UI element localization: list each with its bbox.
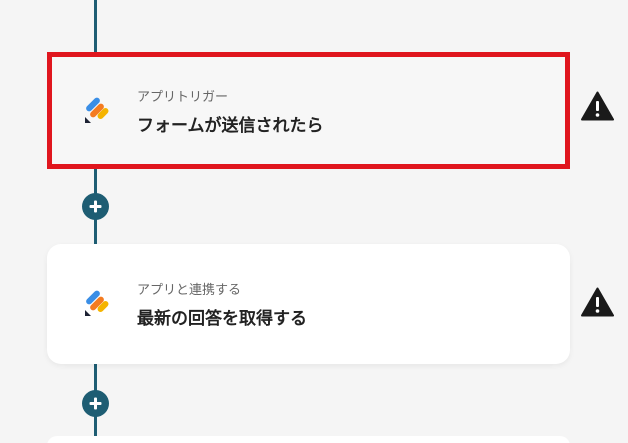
- flow-step-next[interactable]: [47, 436, 570, 443]
- step-title: フォームが送信されたら: [137, 115, 324, 136]
- form-app-icon: [85, 290, 109, 316]
- step-text: アプリトリガー フォームが送信されたら: [137, 86, 324, 136]
- step-title: 最新の回答を取得する: [137, 309, 307, 329]
- flow-step-trigger[interactable]: アプリトリガー フォームが送信されたら: [47, 52, 570, 169]
- plus-icon: [89, 397, 102, 410]
- step-subtitle: アプリと連携する: [137, 283, 242, 298]
- warning-icon[interactable]: [581, 287, 614, 317]
- flow-canvas: アプリトリガー フォームが送信されたら アプリと連携する 最新の回答を取得する: [0, 0, 628, 443]
- warning-icon[interactable]: [581, 91, 614, 121]
- connector-line: [94, 0, 97, 52]
- add-step-button[interactable]: [82, 193, 109, 220]
- step-text: アプリと連携する 最新の回答を取得する: [137, 279, 307, 329]
- form-app-icon: [85, 97, 109, 123]
- flow-step-action[interactable]: アプリと連携する 最新の回答を取得する: [47, 244, 570, 364]
- add-step-button[interactable]: [82, 390, 109, 417]
- plus-icon: [89, 200, 102, 213]
- step-subtitle: アプリトリガー: [137, 89, 229, 105]
